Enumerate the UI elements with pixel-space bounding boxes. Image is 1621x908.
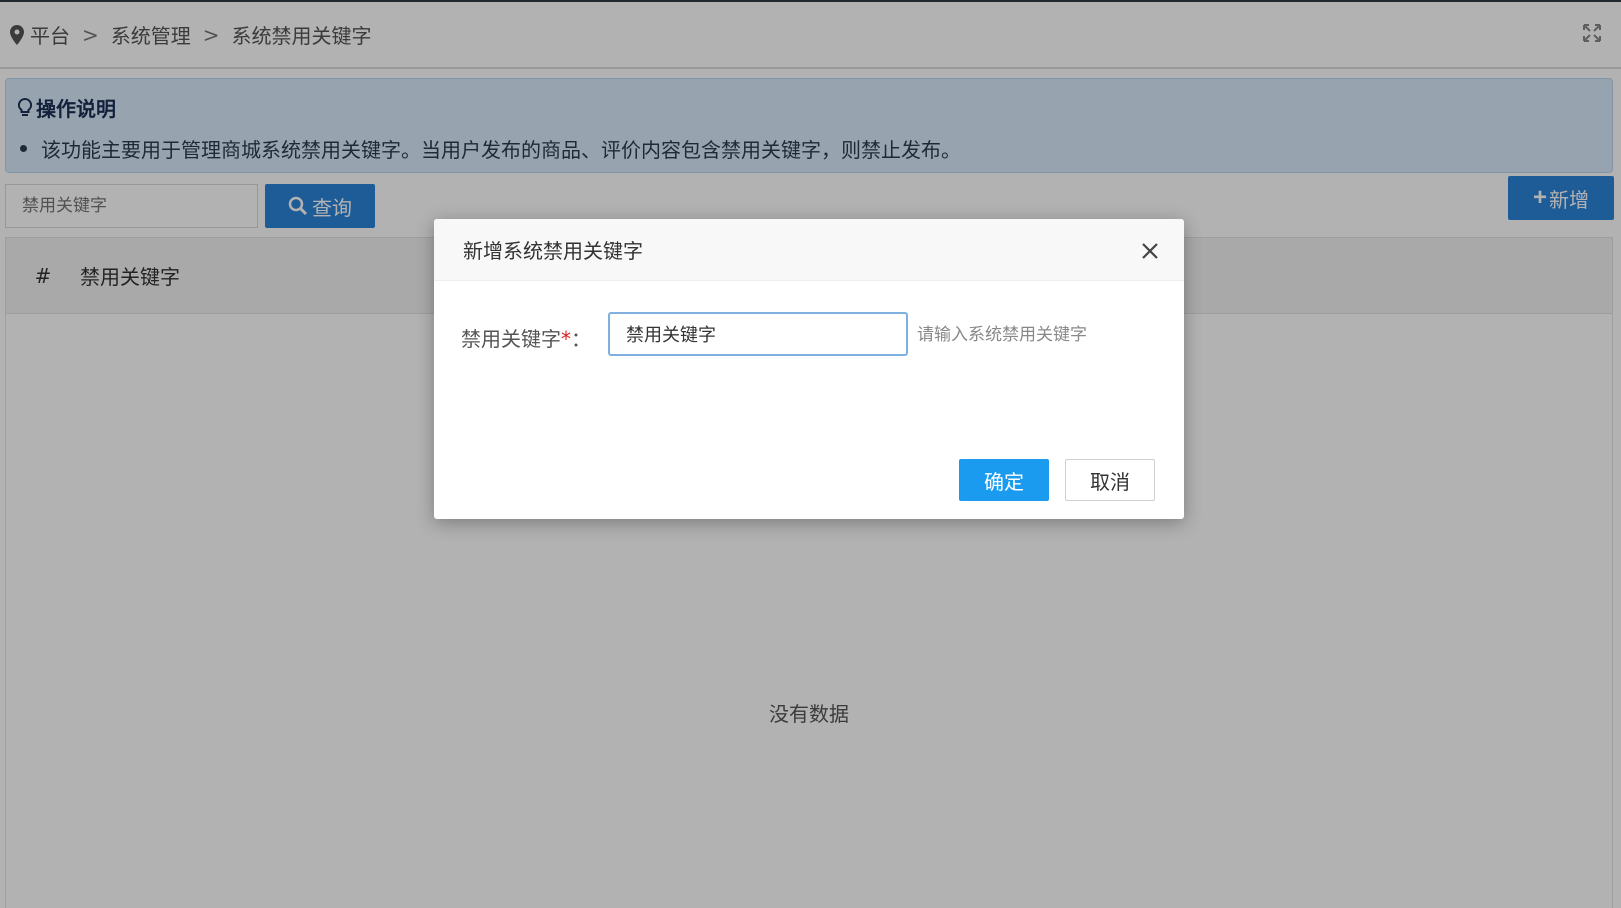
- cancel-button[interactable]: 取消: [1065, 459, 1155, 501]
- confirm-button[interactable]: 确定: [959, 459, 1049, 501]
- required-mark: *: [561, 327, 571, 351]
- keyword-field-hint: 请输入系统禁用关键字: [917, 325, 1087, 345]
- keyword-field-label: 禁用关键字*：: [461, 327, 591, 351]
- dialog-title: 新增系统禁用关键字: [463, 239, 643, 263]
- close-icon[interactable]: [1141, 242, 1159, 260]
- dialog-header: 新增系统禁用关键字: [434, 219, 1184, 281]
- add-keyword-dialog: 新增系统禁用关键字 禁用关键字*： 请输入系统禁用关键字 确定 取消: [434, 219, 1184, 519]
- keyword-input[interactable]: [608, 312, 908, 356]
